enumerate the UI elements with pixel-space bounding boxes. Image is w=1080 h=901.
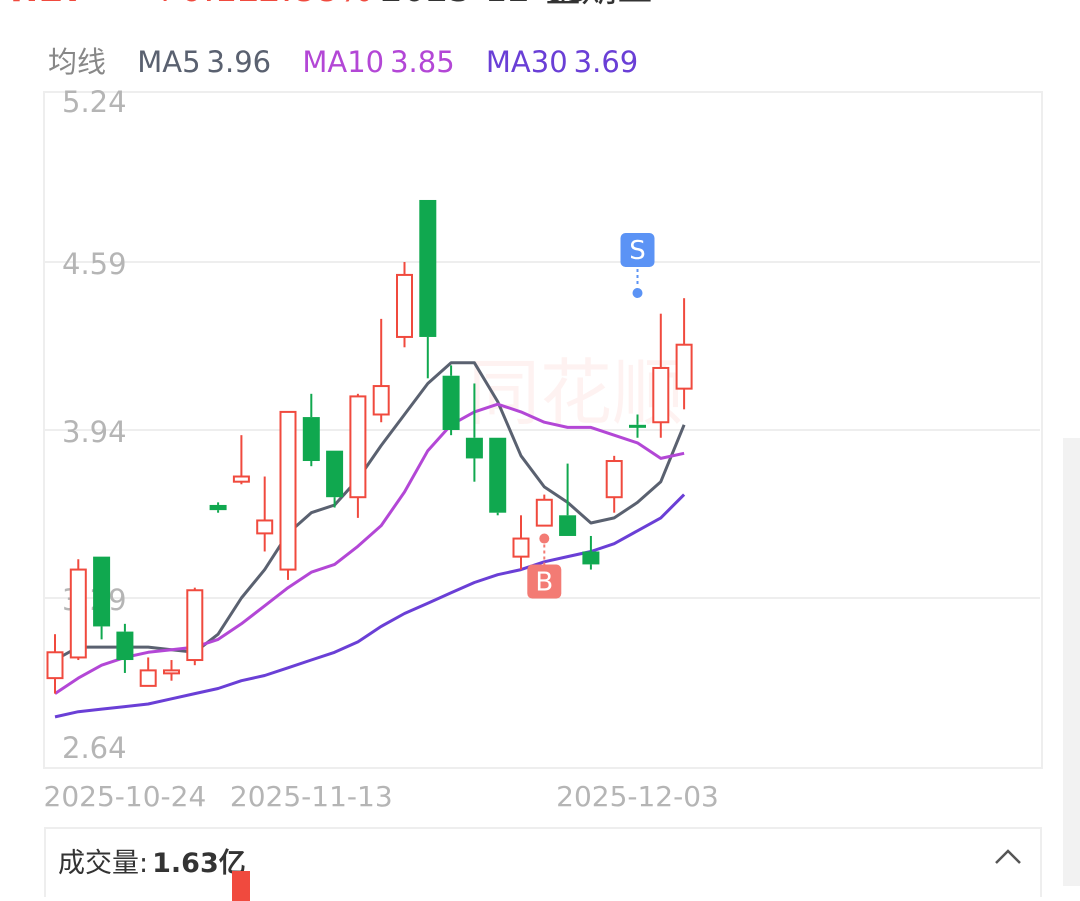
candle[interactable] — [279, 410, 297, 580]
candle[interactable] — [69, 559, 87, 661]
candle-body — [163, 669, 180, 675]
kline-chart[interactable]: 同花顺 5.244.593.943.292.64 BS 2025-10-2420… — [0, 0, 1080, 820]
y-tick-label: 4.59 — [62, 247, 127, 281]
candle-body — [465, 437, 483, 459]
marker-dot — [539, 533, 550, 544]
sell-marker[interactable]: S — [620, 233, 655, 299]
candle-body — [302, 417, 320, 462]
candle-body — [279, 410, 297, 571]
candle[interactable] — [116, 623, 134, 673]
marker-label: B — [535, 568, 553, 598]
candle-body — [46, 651, 64, 680]
candle-body — [535, 498, 553, 527]
volume-bar — [232, 871, 250, 901]
candle-body — [372, 385, 390, 416]
candle-body — [419, 199, 437, 337]
candle-body — [349, 395, 367, 499]
candle-body — [605, 460, 623, 499]
candle[interactable] — [652, 313, 670, 438]
candle[interactable] — [139, 657, 157, 687]
candle[interactable] — [582, 535, 600, 570]
ma10-line — [54, 402, 685, 695]
x-axis-ticks: 2025-10-24 2025-11-13 2025-12-03 — [44, 780, 719, 813]
candle-body — [582, 551, 600, 565]
candle[interactable] — [46, 634, 64, 694]
candle-body — [559, 515, 577, 536]
candle[interactable] — [93, 556, 111, 640]
x-tick-label: 2025-11-13 — [230, 780, 393, 813]
candle[interactable] — [186, 587, 204, 666]
candle-body — [326, 450, 344, 498]
candle-body — [675, 343, 693, 390]
marker-dot — [632, 288, 643, 299]
candle-body — [232, 475, 250, 483]
candle-body — [489, 437, 507, 513]
candle[interactable] — [605, 455, 623, 513]
watermark: 同花顺 — [468, 351, 684, 435]
candle-body — [93, 556, 111, 627]
candle-body — [116, 631, 134, 661]
candle-body — [139, 669, 157, 687]
candle[interactable] — [442, 365, 460, 436]
candle[interactable] — [489, 437, 507, 516]
candle-body — [512, 537, 530, 558]
candle[interactable] — [163, 660, 180, 681]
candle[interactable] — [256, 476, 274, 552]
candle[interactable] — [209, 502, 227, 513]
candle-body — [186, 589, 204, 662]
candle[interactable] — [302, 393, 320, 467]
candle-body — [442, 375, 460, 430]
x-tick-label: 2025-10-24 — [44, 780, 207, 813]
buy-marker[interactable]: B — [527, 533, 562, 599]
chevron-up-icon[interactable] — [994, 847, 1022, 865]
candle-body — [69, 568, 87, 659]
volume-label-row: 成交量: 1.63亿 — [58, 841, 246, 880]
y-tick-label: 2.64 — [62, 731, 127, 765]
candle[interactable] — [396, 262, 413, 348]
candle[interactable] — [535, 494, 553, 527]
candle-body — [652, 366, 670, 424]
volume-panel: 成交量: 1.63亿 — [44, 827, 1042, 901]
volume-label: 成交量: — [58, 848, 149, 879]
candle-body — [396, 273, 413, 338]
candle[interactable] — [349, 393, 367, 518]
y-tick-label: 5.24 — [62, 85, 127, 119]
candle-body — [209, 504, 227, 511]
y-tick-label: 3.94 — [62, 415, 127, 449]
candle[interactable] — [372, 318, 390, 423]
marker-label: S — [629, 236, 646, 266]
candle[interactable] — [512, 515, 530, 570]
candle-body — [256, 519, 274, 535]
y-axis-ticks: 5.244.593.943.292.64 — [62, 85, 127, 765]
side-scroll-track[interactable] — [1063, 438, 1080, 886]
x-tick-label: 2025-12-03 — [556, 780, 719, 813]
candle[interactable] — [232, 435, 250, 485]
candle[interactable] — [419, 199, 437, 379]
candles[interactable] — [46, 199, 693, 694]
candle-body — [629, 424, 646, 428]
